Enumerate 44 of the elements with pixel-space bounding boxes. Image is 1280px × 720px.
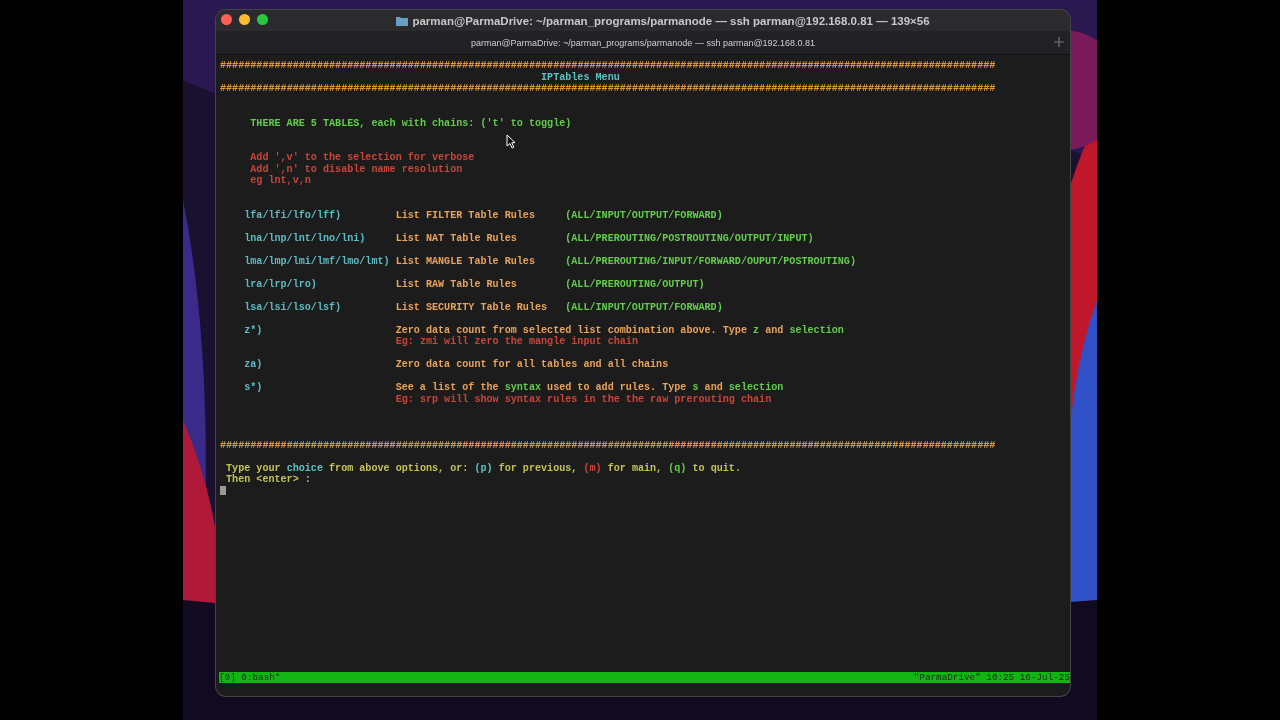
folder-icon <box>396 15 409 26</box>
option-key: s*) <box>244 382 396 394</box>
prompt-text: Type your choice from above options, or: (p) for previous, (m) for main, (q) to quit. <box>226 462 741 474</box>
host-clock-label: "ParmaDrive" 10:25 16-Jul-25 <box>913 672 1070 683</box>
option-key: lma/lmp/lmi/lmf/lmo/lmt) <box>244 255 396 267</box>
option-description: List FILTER Table Rules <box>395 209 536 221</box>
menu-title: IPTables Menu <box>541 71 620 83</box>
option-key: lfa/lfi/lfo/lff) <box>244 209 396 221</box>
divider-rule: ################################################################################################################################ <box>220 60 996 72</box>
close-button[interactable] <box>221 14 232 25</box>
option-description: Zero data count from selected list combination above. Type z and selection <box>395 324 845 336</box>
notice-text: Add ',v' to the selection for verbose <box>250 152 475 164</box>
mouse-pointer-icon <box>506 134 516 149</box>
option-key: za) <box>244 359 396 371</box>
example-text: Eg: zmi will zero the mangle input chain <box>395 336 638 348</box>
option-key: lra/lrp/lro) <box>244 278 396 290</box>
zoom-button[interactable] <box>257 14 268 25</box>
option-chains: (ALL/PREROUTING/OUTPUT) <box>565 278 706 290</box>
session-label: [0] 0:bash* <box>219 672 281 683</box>
notice-text: THERE ARE 5 TABLES, each with chains: ('t' to toggle) <box>250 117 572 129</box>
option-description: List RAW Table Rules <box>395 278 518 290</box>
prompt-text: Then <enter> : <box>226 474 311 486</box>
plus-icon[interactable] <box>1054 37 1064 47</box>
option-chains: (ALL/PREROUTING/POSTROUTING/OUTPUT/INPUT) <box>565 232 815 244</box>
notice-text: Add ',n' to disable name resolution <box>250 163 463 175</box>
divider-rule: ################################################################################################################################ <box>220 439 996 451</box>
minimize-button[interactable] <box>239 14 250 25</box>
example-text: Eg: srp will show syntax rules in the the raw prerouting chain <box>395 393 772 405</box>
divider-rule: ################################################################################################################################ <box>220 83 996 95</box>
option-description: See a list of the syntax used to add rules. Type s and selection <box>395 382 785 394</box>
option-chains: (ALL/INPUT/OUTPUT/FORWARD) <box>565 209 724 221</box>
option-description: List NAT Table Rules <box>395 232 518 244</box>
option-description: List SECURITY Table Rules <box>395 301 549 313</box>
tab[interactable]: parman@ParmaDrive: ~/parman_programs/parmanode — ssh parman@192.168.0.81 <box>216 31 1070 55</box>
option-chains: (ALL/PREROUTING/INPUT/FORWARD/OUPUT/POSTROUTING) <box>565 255 857 267</box>
option-description: Zero data count for all tables and all chains <box>395 359 670 371</box>
option-description: List MANGLE Table Rules <box>395 255 536 267</box>
option-key: lna/lnp/lnt/lno/lni) <box>244 232 396 244</box>
option-key: z*) <box>244 324 396 336</box>
text-cursor <box>220 486 226 496</box>
option-key: lsa/lsi/lso/lsf) <box>244 301 396 313</box>
window-title: parman@ParmaDrive: ~/parman_programs/parmanode — ssh parman@192.168.0.81 — 139×56 <box>412 14 930 27</box>
notice-text: eg lnt,v,n <box>250 175 311 187</box>
option-chains: (ALL/INPUT/OUTPUT/FORWARD) <box>565 301 724 313</box>
